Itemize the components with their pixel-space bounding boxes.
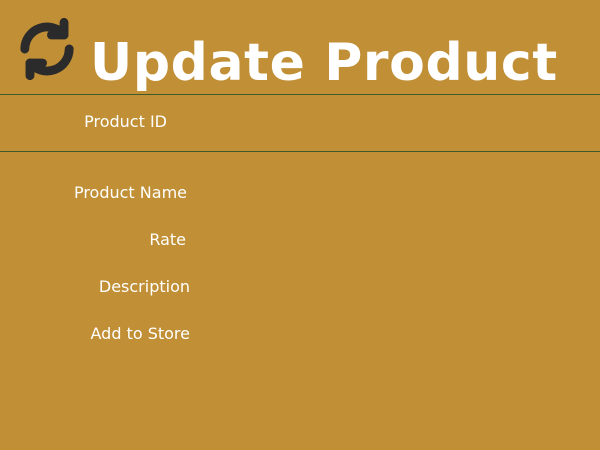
page-title: Update Product <box>90 33 558 93</box>
divider-bottom <box>0 151 600 152</box>
product-id-input[interactable] <box>185 109 545 135</box>
divider-top <box>0 94 600 95</box>
add-to-store-input[interactable] <box>205 321 535 347</box>
description-label: Description <box>98 277 190 296</box>
product-id-label: Product ID <box>84 112 167 131</box>
rate-label: Rate <box>149 230 186 249</box>
rate-input[interactable] <box>205 227 535 253</box>
description-input[interactable] <box>205 274 535 300</box>
refresh-icon <box>20 17 74 81</box>
add-to-store-label: Add to Store <box>90 324 191 343</box>
product-name-input[interactable] <box>205 180 535 206</box>
product-name-label: Product Name <box>73 183 187 202</box>
page-header: Update Product <box>0 0 600 95</box>
